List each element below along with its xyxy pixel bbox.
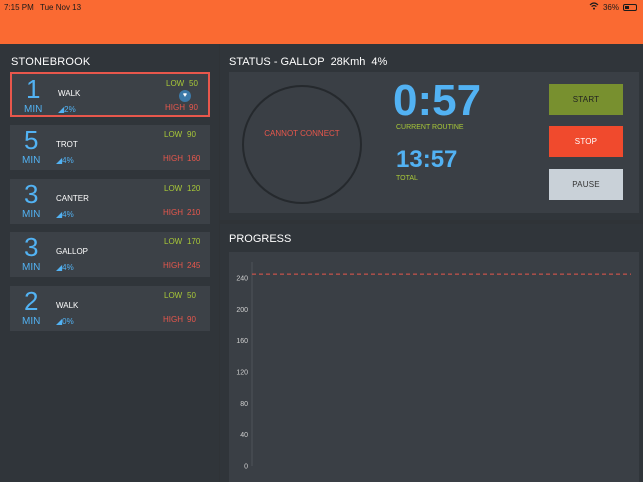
total-time: 13:57 bbox=[396, 146, 458, 173]
routine-step-5[interactable]: 2 MIN WALK ◢0% LOW 50 HIGH 90 bbox=[10, 286, 210, 331]
status-incline: 4% bbox=[371, 56, 388, 68]
status-time: 7:15 PM bbox=[4, 3, 34, 12]
wifi-icon bbox=[589, 2, 599, 12]
step-incline: ◢4% bbox=[56, 210, 74, 219]
step-name: WALK bbox=[58, 89, 81, 98]
battery-percent: 36% bbox=[602, 2, 619, 12]
status-indicators: 36% bbox=[589, 2, 637, 12]
step-minutes: 1 bbox=[26, 74, 41, 104]
high-label: HIGH bbox=[163, 315, 183, 324]
low-label: LOW bbox=[164, 237, 183, 246]
battery-icon bbox=[623, 3, 637, 11]
high-value: 90 bbox=[187, 315, 196, 324]
step-unit: MIN bbox=[24, 104, 43, 115]
high-label: HIGH bbox=[165, 103, 185, 112]
status-speed: 28Kmh bbox=[330, 56, 366, 68]
step-minutes: 5 bbox=[24, 125, 39, 155]
high-value: 160 bbox=[187, 154, 201, 163]
y-tick-label: 200 bbox=[236, 307, 248, 314]
routine-step-4[interactable]: 3 MIN GALLOP ◢4% LOW 170 HIGH 245 bbox=[10, 232, 210, 277]
step-unit: MIN bbox=[22, 209, 41, 220]
stop-button[interactable]: STOP bbox=[549, 126, 623, 157]
y-tick-label: 80 bbox=[240, 401, 248, 408]
high-label: HIGH bbox=[163, 154, 183, 163]
high-label: HIGH bbox=[163, 208, 183, 217]
step-unit: MIN bbox=[22, 316, 41, 327]
y-tick-label: 160 bbox=[236, 338, 248, 345]
high-value: 245 bbox=[187, 261, 201, 270]
heart-rate-gauge: CANNOT CONNECT bbox=[242, 85, 362, 204]
y-tick-label: 120 bbox=[236, 370, 248, 377]
routine-step-1[interactable]: 1 MIN WALK ◢2% LOW 50 ♥ HIGH 90 bbox=[10, 72, 210, 117]
low-label: LOW bbox=[166, 79, 185, 88]
y-tick-label: 40 bbox=[240, 432, 248, 439]
progress-panel: PROGRESS 0 40 80 120 160 200 240 bbox=[220, 224, 643, 482]
connection-status: CANNOT CONNECT bbox=[264, 129, 340, 138]
low-value: 50 bbox=[189, 79, 198, 88]
status-mode: STATUS - GALLOP bbox=[229, 56, 325, 68]
progress-title: PROGRESS bbox=[229, 233, 292, 245]
low-value: 170 bbox=[187, 237, 201, 246]
top-bar: 7:15 PM Tue Nov 13 36% bbox=[0, 0, 643, 44]
step-incline: ◢2% bbox=[58, 105, 76, 114]
step-unit: MIN bbox=[22, 155, 41, 166]
step-name: WALK bbox=[56, 301, 79, 310]
progress-chart-svg: 0 40 80 120 160 200 240 bbox=[236, 262, 631, 471]
low-value: 90 bbox=[187, 130, 196, 139]
routine-step-2[interactable]: 5 MIN TROT ◢4% LOW 90 HIGH 160 bbox=[10, 125, 210, 170]
low-label: LOW bbox=[164, 291, 183, 300]
step-name: GALLOP bbox=[56, 247, 89, 256]
y-tick-label: 240 bbox=[236, 276, 248, 283]
status-date: Tue Nov 13 bbox=[40, 3, 82, 12]
step-unit: MIN bbox=[22, 262, 41, 273]
y-tick-label: 0 bbox=[244, 464, 248, 471]
step-incline: ◢4% bbox=[56, 156, 74, 165]
current-routine-time: 0:57 bbox=[393, 76, 482, 125]
heart-icon: ♥ bbox=[179, 90, 191, 102]
status-panel: STATUS - GALLOP 28Kmh 4% CANNOT CONNECT 0:… bbox=[220, 44, 643, 220]
low-value: 120 bbox=[187, 184, 201, 193]
low-label: LOW bbox=[164, 184, 183, 193]
progress-chart: 0 40 80 120 160 200 240 bbox=[229, 252, 639, 482]
step-minutes: 2 bbox=[24, 286, 39, 316]
routine-panel: STONEBROOK 1 MIN WALK ◢2% LOW 50 ♥ HIGH … bbox=[0, 44, 219, 482]
routine-step-3[interactable]: 3 MIN CANTER ◢4% LOW 120 HIGH 210 bbox=[10, 179, 210, 224]
step-name: TROT bbox=[56, 140, 78, 149]
start-button[interactable]: START bbox=[549, 84, 623, 115]
high-label: HIGH bbox=[163, 261, 183, 270]
status-card: CANNOT CONNECT 0:57 CURRENT ROUTINE 13:5… bbox=[229, 72, 639, 213]
step-incline: ◢4% bbox=[56, 263, 74, 272]
status-title: STATUS - GALLOP 28Kmh 4% bbox=[229, 56, 393, 68]
current-routine-label: CURRENT ROUTINE bbox=[396, 124, 464, 131]
pause-button[interactable]: PAUSE bbox=[549, 169, 623, 200]
high-value: 210 bbox=[187, 208, 201, 217]
low-label: LOW bbox=[164, 130, 183, 139]
routine-title: STONEBROOK bbox=[11, 56, 91, 68]
step-minutes: 3 bbox=[24, 232, 39, 262]
low-value: 50 bbox=[187, 291, 196, 300]
step-minutes: 3 bbox=[24, 179, 39, 209]
step-name: CANTER bbox=[56, 194, 89, 203]
total-label: TOTAL bbox=[396, 175, 418, 182]
high-value: 90 bbox=[189, 103, 198, 112]
step-incline: ◢0% bbox=[56, 317, 74, 326]
